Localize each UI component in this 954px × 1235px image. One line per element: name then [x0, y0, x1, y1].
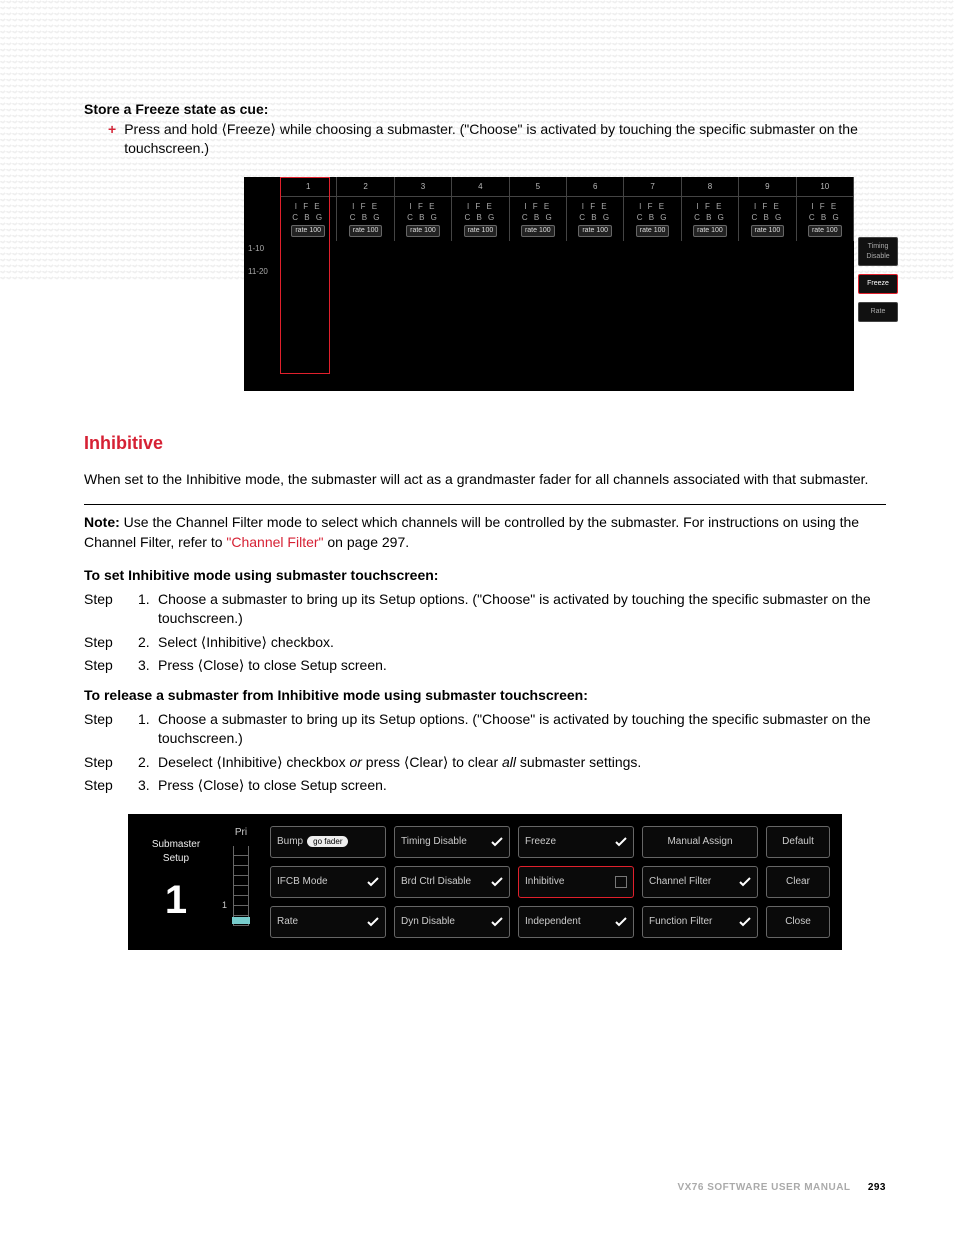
pri-label: Pri	[224, 826, 258, 840]
note-body-b: on page 297.	[327, 534, 409, 550]
column-header: 2	[337, 177, 394, 196]
manual-assign-button[interactable]: Manual Assign	[642, 826, 758, 858]
step-number: 3.	[138, 656, 158, 676]
footer-manual-title: VX76 SOFTWARE USER MANUAL	[677, 1182, 850, 1193]
bump-button[interactable]: Bumpgo fader	[270, 826, 386, 858]
default-button[interactable]: Default	[766, 826, 830, 858]
submaster-cell[interactable]: I F EC B Grate 100	[567, 197, 624, 241]
heading-release-inhibitive: To release a submaster from Inhibitive m…	[84, 686, 886, 706]
freeze-option-button[interactable]: Freeze	[518, 826, 634, 858]
dyn-disable-button[interactable]: Dyn Disable	[394, 906, 510, 938]
submaster-cell[interactable]: I F EC B Grate 100	[624, 197, 681, 241]
step-text: Choose a submaster to bring up its Setup…	[158, 590, 886, 629]
timing-disable-button[interactable]: Timing Disable	[394, 826, 510, 858]
rate-option-button[interactable]: Rate	[270, 906, 386, 938]
step-text: Choose a submaster to bring up its Setup…	[158, 710, 886, 749]
submaster-cell[interactable]: I F EC B Grate 100	[452, 197, 509, 241]
heading-set-inhibitive: To set Inhibitive mode using submaster t…	[84, 566, 886, 586]
column-header: 9	[739, 177, 796, 196]
step-label: Step	[84, 710, 138, 749]
step-number: 1.	[138, 590, 158, 629]
clear-button[interactable]: Clear	[766, 866, 830, 898]
bullet-plus-icon: +	[108, 120, 116, 159]
column-header: 5	[510, 177, 567, 196]
heading-store-freeze: Store a Freeze state as cue:	[84, 100, 886, 120]
step-label: Step	[84, 633, 138, 653]
column-header: 4	[452, 177, 509, 196]
freeze-button[interactable]: Freeze	[858, 274, 898, 294]
range-label: 11-20	[244, 260, 280, 283]
submaster-cell[interactable]: I F EC B Grate 100	[337, 197, 394, 241]
check-icon	[491, 917, 503, 927]
step-label: Step	[84, 590, 138, 629]
priority-slider[interactable]: 1	[233, 846, 249, 926]
submaster-cell[interactable]: I F EC B Grate 100	[280, 197, 337, 241]
check-icon	[615, 917, 627, 927]
check-icon	[491, 837, 503, 847]
inhibitive-option-button[interactable]: Inhibitive	[518, 866, 634, 898]
submaster-number: 1	[140, 872, 212, 928]
column-header: 1	[280, 177, 337, 196]
footer-page-number: 293	[868, 1182, 886, 1193]
submaster-cell[interactable]: I F EC B Grate 100	[395, 197, 452, 241]
column-header: 3	[395, 177, 452, 196]
submaster-cell[interactable]: I F EC B Grate 100	[510, 197, 567, 241]
inhibitive-description: When set to the Inhibitive mode, the sub…	[84, 470, 886, 490]
step-text: Deselect ⟨Inhibitive⟩ checkbox or press …	[158, 753, 886, 773]
function-filter-button[interactable]: Function Filter	[642, 906, 758, 938]
step-text: Press ⟨Close⟩ to close Setup screen.	[158, 776, 886, 796]
check-icon	[367, 917, 379, 927]
heading-inhibitive: Inhibitive	[84, 431, 886, 456]
submaster-cell[interactable]: I F EC B Grate 100	[739, 197, 796, 241]
ifcb-mode-button[interactable]: IFCB Mode	[270, 866, 386, 898]
check-icon	[739, 877, 751, 887]
channel-filter-button[interactable]: Channel Filter	[642, 866, 758, 898]
checkbox-empty-icon	[615, 876, 627, 888]
submaster-setup-label: Submaster Setup	[140, 838, 212, 866]
rate-button[interactable]: Rate	[858, 302, 898, 322]
brd-ctrl-disable-button[interactable]: Brd Ctrl Disable	[394, 866, 510, 898]
store-freeze-instruction: Press and hold ⟨Freeze⟩ while choosing a…	[124, 120, 886, 159]
column-header: 7	[624, 177, 681, 196]
step-label: Step	[84, 776, 138, 796]
check-icon	[739, 917, 751, 927]
link-channel-filter[interactable]: "Channel Filter"	[226, 534, 323, 550]
step-number: 1.	[138, 710, 158, 749]
check-icon	[615, 837, 627, 847]
column-header: 6	[567, 177, 624, 196]
step-label: Step	[84, 656, 138, 676]
submaster-cell[interactable]: I F EC B Grate 100	[797, 197, 854, 241]
step-text: Select ⟨Inhibitive⟩ checkbox.	[158, 633, 886, 653]
step-number: 3.	[138, 776, 158, 796]
submaster-cell[interactable]: I F EC B Grate 100	[682, 197, 739, 241]
column-header: 8	[682, 177, 739, 196]
range-label: 1-10	[244, 237, 280, 260]
check-icon	[491, 877, 503, 887]
screenshot-submaster-grid: 1-10 11-20 12345678910 I F EC B Grate 10…	[244, 177, 854, 391]
step-number: 2.	[138, 633, 158, 653]
column-header: 10	[797, 177, 854, 196]
check-icon	[367, 877, 379, 887]
independent-button[interactable]: Independent	[518, 906, 634, 938]
step-text: Press ⟨Close⟩ to close Setup screen.	[158, 656, 886, 676]
note-body-a: Use the Channel Filter mode to select wh…	[84, 514, 859, 550]
timing-disable-button[interactable]: Timing Disable	[858, 237, 898, 267]
step-label: Step	[84, 753, 138, 773]
priority-value: 1	[222, 899, 227, 912]
step-number: 2.	[138, 753, 158, 773]
note-label: Note:	[84, 514, 124, 530]
close-button[interactable]: Close	[766, 906, 830, 938]
screenshot-submaster-setup: Submaster Setup 1 Pri 1 Bumpgo faderTimi…	[128, 814, 842, 950]
